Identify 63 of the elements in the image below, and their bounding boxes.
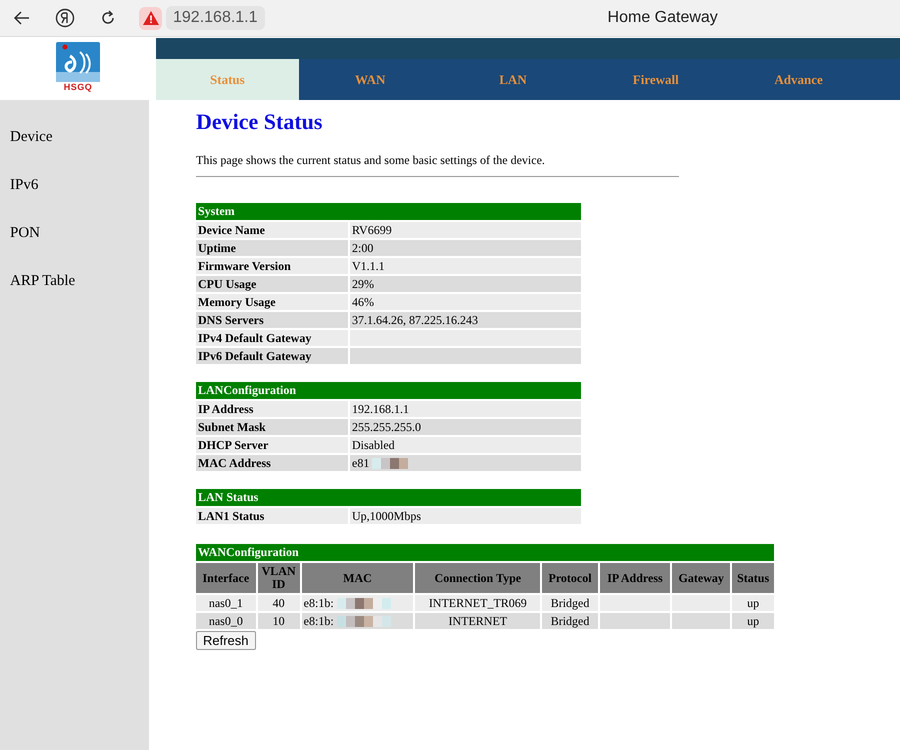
sidebar-item[interactable]: Device <box>0 129 52 177</box>
table-cell: Bridged <box>542 595 598 611</box>
page-title: Home Gateway <box>608 9 718 27</box>
field-label: CPU Usage <box>196 276 348 292</box>
field-label: Uptime <box>196 240 348 256</box>
page-description: This page shows the current status and some basic settings of the device. <box>196 153 546 168</box>
sidebar-item[interactable]: IPv6 <box>0 177 38 225</box>
column-header: IP Address <box>600 563 670 593</box>
address-field[interactable]: 192.168.1.1 <box>166 6 265 30</box>
field-label: IPv6 Default Gateway <box>196 348 348 364</box>
table-cell: INTERNET <box>415 613 540 629</box>
column-header: Gateway <box>672 563 730 593</box>
field-label: DNS Servers <box>196 312 348 328</box>
column-header: Status <box>732 563 774 593</box>
field-label: DHCP Server <box>196 437 348 453</box>
refresh-button[interactable]: Refresh <box>196 631 256 650</box>
field-value: V1.1.1 <box>350 258 581 274</box>
column-header: VLAN ID <box>258 563 300 593</box>
section-header: System <box>196 203 581 220</box>
table-cell: up <box>732 613 774 629</box>
table-cell: 40 <box>258 595 300 611</box>
back-icon[interactable] <box>13 10 31 26</box>
table-cell: nas0_0 <box>196 613 256 629</box>
field-label: IPv4 Default Gateway <box>196 330 348 346</box>
field-value: RV6699 <box>350 222 581 238</box>
table-cell: INTERNET_TR069 <box>415 595 540 611</box>
field-label: Subnet Mask <box>196 419 348 435</box>
column-header: MAC <box>302 563 414 593</box>
field-value: Disabled <box>350 437 581 453</box>
field-value: 255.255.255.0 <box>350 419 581 435</box>
section-header: LANConfiguration <box>196 382 581 399</box>
field-value: 37.1.64.26, 87.225.16.243 <box>350 312 581 328</box>
sidebar-item[interactable]: ARP Table <box>0 273 76 321</box>
table-cell: nas0_1 <box>196 595 256 611</box>
field-label: Memory Usage <box>196 294 348 310</box>
section-header: LAN Status <box>196 489 581 506</box>
table-cell: 10 <box>258 613 300 629</box>
logo-icon <box>56 42 100 82</box>
browser-logo-icon[interactable] <box>55 8 75 28</box>
table-cell: Bridged <box>542 613 598 629</box>
table-cell: e8:1b: <box>302 595 414 611</box>
field-value: e81 <box>350 455 581 471</box>
field-value: 29% <box>350 276 581 292</box>
field-label: Device Name <box>196 222 348 238</box>
column-header: Protocol <box>542 563 598 593</box>
page-heading: Device Status <box>196 109 324 135</box>
warning-icon <box>142 11 158 25</box>
column-header: Interface <box>196 563 256 593</box>
field-value: Up,1000Mbps <box>350 508 581 524</box>
warning-badge[interactable] <box>139 6 162 30</box>
field-value: 46% <box>350 294 581 310</box>
logo-text: HSGQ <box>64 82 92 92</box>
field-label: Firmware Version <box>196 258 348 274</box>
field-value: 192.168.1.1 <box>350 401 581 417</box>
sidebar-item[interactable]: PON <box>0 225 40 273</box>
table-cell: e8:1b: <box>302 613 414 629</box>
field-label: IP Address <box>196 401 348 417</box>
section-header: WANConfiguration <box>196 544 774 561</box>
field-label: LAN1 Status <box>196 508 348 524</box>
column-header: Connection Type <box>415 563 540 593</box>
table-cell: up <box>732 595 774 611</box>
field-value: 2:00 <box>350 240 581 256</box>
field-label: MAC Address <box>196 455 348 471</box>
